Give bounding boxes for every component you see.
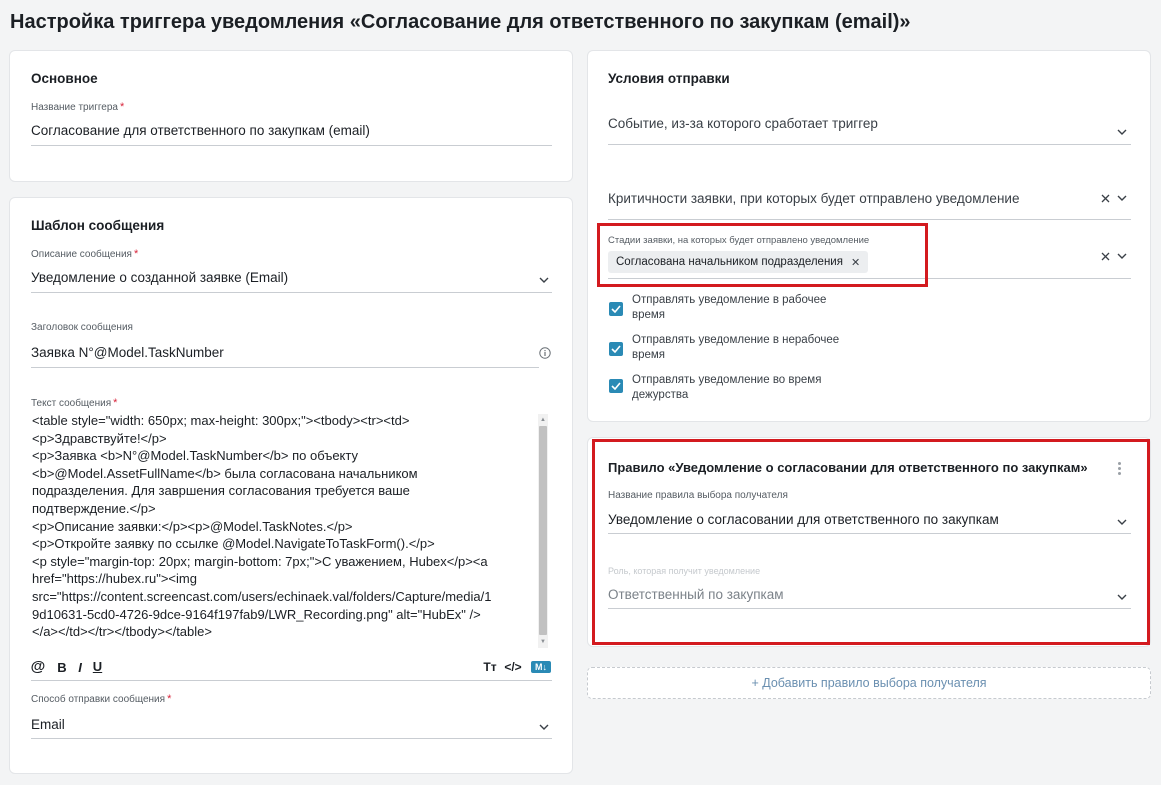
chevron-down-icon[interactable] bbox=[1116, 192, 1128, 204]
scroll-thumb[interactable] bbox=[539, 426, 547, 635]
underline-button[interactable]: U bbox=[91, 658, 104, 674]
chevron-down-icon[interactable] bbox=[538, 721, 550, 733]
required-marker: * bbox=[133, 248, 139, 260]
check-icon bbox=[611, 305, 621, 313]
mention-button[interactable]: @ bbox=[30, 658, 46, 675]
check-icon bbox=[611, 345, 621, 353]
checkbox-duty-time[interactable] bbox=[609, 379, 623, 393]
scroll-up-icon[interactable]: ▲ bbox=[538, 415, 548, 425]
chevron-down-icon[interactable] bbox=[1116, 250, 1128, 262]
template-card-title: Шаблон сообщения bbox=[31, 218, 165, 233]
criticality-select[interactable]: Критичности заявки, при которых будет от… bbox=[608, 191, 1019, 206]
conditions-card-title: Условия отправки bbox=[608, 71, 730, 86]
field-underline bbox=[608, 144, 1131, 145]
template-card: Шаблон сообщения Описание сообщения * Уве… bbox=[9, 197, 573, 774]
required-marker: * bbox=[119, 101, 125, 113]
close-icon[interactable] bbox=[1099, 250, 1111, 262]
checkbox-work-time[interactable] bbox=[609, 302, 623, 316]
bold-button[interactable]: B bbox=[56, 659, 68, 675]
checkbox-duty-time-label: Отправлять уведомление во время дежурств… bbox=[632, 374, 822, 401]
send-method-label: Способ отправки сообщения * bbox=[31, 693, 172, 705]
description-label: Описание сообщения * bbox=[31, 248, 139, 260]
highlight-rule-box bbox=[592, 439, 1150, 645]
field-underline bbox=[31, 680, 552, 681]
trigger-name-label: Название триггера * bbox=[31, 101, 125, 113]
body-label: Текст сообщения * bbox=[31, 397, 118, 409]
checkbox-non-work-time-label: Отправлять уведомление в нерабочее время bbox=[632, 334, 840, 361]
description-select[interactable]: Уведомление о созданной заявке (Email) bbox=[31, 270, 288, 285]
page-title: Настройка триггера уведомления «Согласов… bbox=[10, 11, 911, 33]
scroll-down-icon[interactable]: ▼ bbox=[538, 637, 548, 647]
checkbox-work-time-label: Отправлять уведомление в рабочее время bbox=[632, 294, 827, 321]
field-underline bbox=[31, 738, 552, 739]
highlight-stages-box bbox=[597, 223, 928, 287]
trigger-name-input[interactable]: Согласование для ответственного по закуп… bbox=[31, 123, 370, 138]
send-method-select[interactable]: Email bbox=[31, 717, 65, 732]
basic-card: Основное Название триггера * Согласование… bbox=[9, 50, 573, 182]
field-underline bbox=[31, 292, 552, 293]
checkbox-non-work-time[interactable] bbox=[609, 342, 623, 356]
check-icon bbox=[611, 382, 621, 390]
editor-scrollbar[interactable]: ▲ ▼ bbox=[538, 414, 548, 648]
subject-label: Заголовок сообщения bbox=[31, 322, 133, 333]
close-icon[interactable] bbox=[1099, 192, 1111, 204]
basic-card-title: Основное bbox=[31, 71, 98, 86]
add-rule-button[interactable]: + Добавить правило выбора получателя bbox=[587, 667, 1151, 699]
field-underline bbox=[608, 219, 1131, 220]
required-marker: * bbox=[167, 693, 172, 705]
subject-input[interactable]: Заявка N°@Model.TaskNumber bbox=[31, 345, 224, 360]
field-underline bbox=[31, 145, 552, 146]
italic-button[interactable]: I bbox=[74, 659, 86, 675]
info-icon[interactable] bbox=[538, 346, 552, 360]
markdown-button[interactable]: M↓ bbox=[531, 661, 551, 673]
field-underline bbox=[31, 367, 539, 368]
text-size-button[interactable]: Tт bbox=[482, 660, 498, 674]
event-select[interactable]: Событие, из-за которого сработает тригге… bbox=[608, 116, 878, 131]
chevron-down-icon[interactable] bbox=[1116, 126, 1128, 138]
code-button[interactable]: </> bbox=[503, 660, 523, 674]
chevron-down-icon[interactable] bbox=[538, 274, 550, 286]
required-marker: * bbox=[113, 397, 118, 409]
message-body-editor[interactable]: <table style="width: 650px; max-height: … bbox=[32, 412, 536, 641]
